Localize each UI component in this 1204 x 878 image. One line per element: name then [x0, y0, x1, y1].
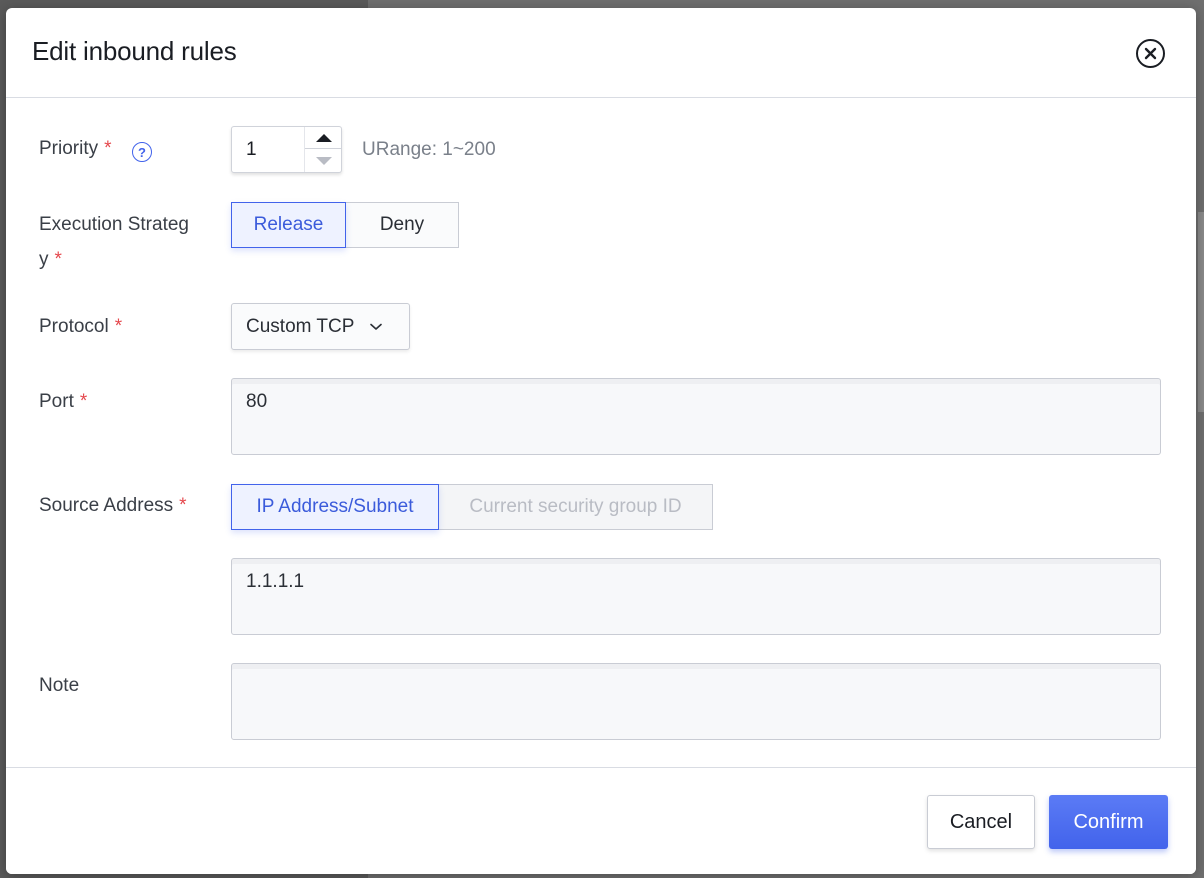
background-page-strip: [1198, 212, 1204, 412]
priority-stepper[interactable]: 1: [231, 126, 342, 173]
cancel-button[interactable]: Cancel: [927, 795, 1035, 849]
priority-value[interactable]: 1: [246, 139, 257, 161]
edit-inbound-rules-dialog: Edit inbound rules Priority * ? 1 URange:…: [6, 8, 1196, 874]
question-circle-icon[interactable]: ?: [132, 142, 152, 162]
port-label: Port *: [39, 385, 87, 419]
required-mark: *: [114, 316, 123, 337]
execution-strategy-label: Execution Strateg: [39, 208, 189, 242]
execution-strategy-label-line2: y: [39, 249, 49, 270]
required-mark: *: [54, 249, 62, 270]
source-address-label-text: Source Address: [39, 495, 174, 516]
required-mark: *: [79, 391, 88, 412]
current-security-group-id-option[interactable]: Current security group ID: [438, 484, 713, 530]
protocol-select[interactable]: Custom TCP: [231, 303, 410, 350]
deny-option[interactable]: Deny: [345, 202, 459, 248]
source-address-type-toggle: IP Address/Subnet Current security group…: [231, 484, 713, 530]
priority-label-text: Priority: [39, 138, 99, 159]
chevron-down-icon: [370, 323, 383, 330]
note-input[interactable]: [231, 663, 1161, 740]
protocol-label-text: Protocol: [39, 316, 109, 337]
note-label: Note: [39, 675, 80, 696]
priority-label: Priority *: [39, 132, 112, 166]
source-address-input[interactable]: 1.1.1.1: [231, 558, 1161, 635]
triangle-up-icon: [315, 133, 332, 142]
protocol-label: Protocol *: [39, 310, 122, 344]
execution-strategy-label-cont: y *: [39, 243, 62, 277]
ip-address-subnet-option[interactable]: IP Address/Subnet: [231, 484, 439, 530]
stepper-decrement-button[interactable]: [305, 150, 342, 172]
stepper-increment-button[interactable]: [305, 127, 342, 149]
dialog-header: Edit inbound rules: [6, 8, 1196, 98]
release-option[interactable]: Release: [231, 202, 346, 248]
source-address-label: Source Address *: [39, 489, 187, 523]
close-icon[interactable]: [1136, 39, 1165, 68]
triangle-down-icon: [315, 157, 332, 165]
help-glyph: ?: [138, 144, 146, 160]
dialog-title: Edit inbound rules: [32, 36, 237, 66]
protocol-value: Custom TCP: [246, 315, 355, 337]
priority-range-hint: URange: 1~200: [362, 139, 496, 160]
dialog-footer: Cancel Confirm: [6, 767, 1196, 874]
required-mark: *: [104, 138, 112, 159]
port-label-text: Port: [39, 391, 74, 412]
execution-strategy-label-line1: Execution Strateg: [39, 214, 189, 235]
execution-strategy-toggle: Release Deny: [231, 202, 459, 248]
confirm-button[interactable]: Confirm: [1049, 795, 1168, 849]
required-mark: *: [179, 495, 187, 516]
port-input[interactable]: 80: [231, 378, 1161, 455]
